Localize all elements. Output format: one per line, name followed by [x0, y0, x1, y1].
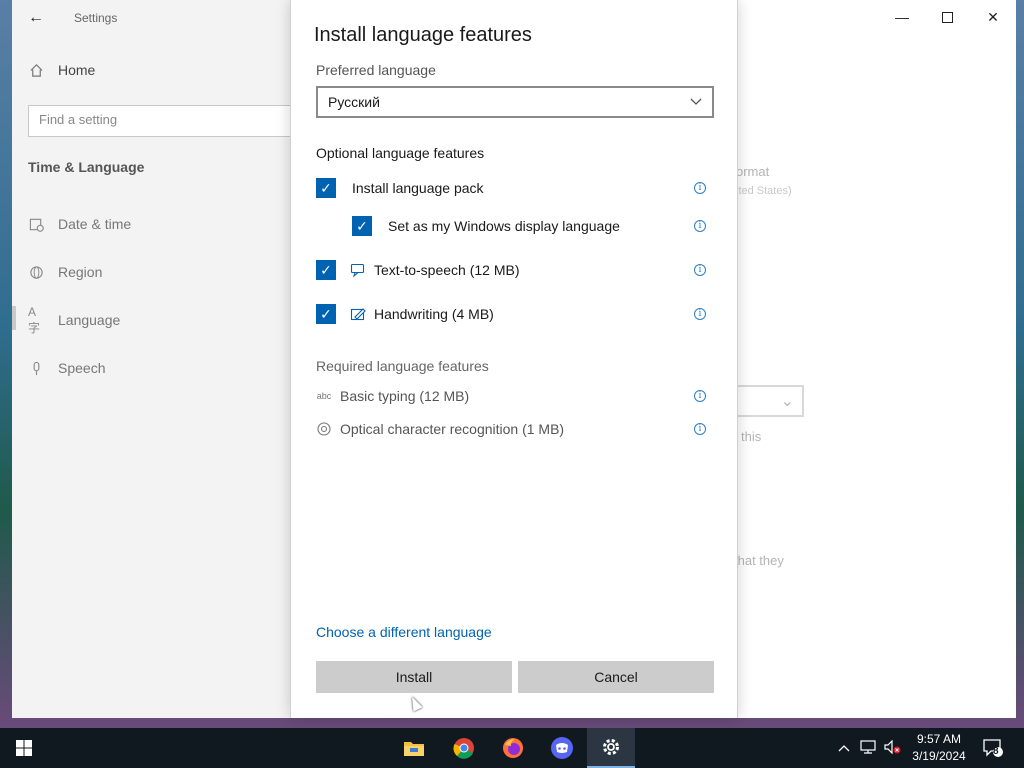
- install-language-pack-checkbox[interactable]: ✓: [316, 178, 336, 198]
- info-icon[interactable]: i: [694, 220, 706, 232]
- install-button[interactable]: Install: [316, 661, 512, 693]
- cancel-button[interactable]: Cancel: [518, 661, 714, 693]
- system-tray: [838, 728, 902, 768]
- abc-typing-icon: abc: [316, 391, 332, 401]
- required-ocr: Optical character recognition (1 MB) i: [316, 421, 714, 437]
- sidebar-home-label: Home: [58, 62, 96, 78]
- sidebar-item-language[interactable]: A字 Language: [28, 304, 121, 335]
- globe-icon: [28, 264, 44, 280]
- clock-date: 3/19/2024: [912, 749, 966, 763]
- text-to-speech-checkbox[interactable]: ✓: [316, 260, 336, 280]
- required-label: Basic typing (12 MB): [340, 388, 470, 404]
- close-icon[interactable]: ✕: [981, 6, 1005, 28]
- calendar-clock-icon: [28, 216, 44, 232]
- chevron-down-icon: [690, 94, 702, 110]
- discord-icon[interactable]: [538, 728, 586, 768]
- sidebar-item-date-time[interactable]: Date & time: [28, 216, 131, 232]
- chevron-up-icon[interactable]: [838, 741, 850, 755]
- option-label: Set as my Windows display language: [388, 218, 620, 234]
- start-button[interactable]: [0, 728, 48, 768]
- sidebar-item-label: Language: [58, 312, 121, 328]
- chrome-icon[interactable]: [440, 728, 488, 768]
- option-display-language: ✓ Set as my Windows display language i: [352, 216, 714, 236]
- info-icon[interactable]: i: [694, 308, 706, 320]
- volume-muted-icon[interactable]: [884, 739, 902, 757]
- required-features-header: Required language features: [316, 358, 489, 374]
- selected-language-value: Русский: [328, 94, 380, 110]
- home-icon: [28, 62, 44, 78]
- clock-time: 9:57 AM: [916, 732, 962, 746]
- settings-sidebar: ← Settings Home Find a setting Time & La…: [12, 0, 296, 718]
- info-icon[interactable]: i: [694, 264, 706, 276]
- sidebar-item-label: Date & time: [58, 216, 132, 232]
- required-label: Optical character recognition (1 MB): [340, 421, 565, 437]
- ocr-icon: [316, 421, 332, 437]
- section-title: Time & Language: [28, 159, 145, 175]
- optional-features-header: Optional language features: [316, 145, 485, 161]
- app-title: Settings: [74, 11, 118, 25]
- dialog-title: Install language features: [314, 24, 532, 46]
- info-icon[interactable]: i: [694, 390, 706, 402]
- choose-different-language-link[interactable]: Choose a different language: [316, 624, 492, 640]
- background-text: ormat: [736, 164, 770, 179]
- language-icon: A字: [28, 304, 41, 335]
- search-input[interactable]: Find a setting: [28, 105, 296, 137]
- info-icon[interactable]: i: [694, 423, 706, 435]
- maximize-icon[interactable]: [935, 6, 959, 28]
- windows-logo-icon: [16, 740, 32, 756]
- taskbar-clock[interactable]: 9:57 AM 3/19/2024: [904, 731, 974, 765]
- speech-icon: [350, 262, 366, 278]
- required-basic-typing: abc Basic typing (12 MB) i: [316, 388, 714, 404]
- background-text: this: [741, 429, 762, 444]
- preferred-language-select[interactable]: Русский: [316, 86, 714, 118]
- selected-indicator: [12, 306, 16, 330]
- option-label: Install language pack: [352, 180, 484, 196]
- display-language-checkbox[interactable]: ✓: [352, 216, 372, 236]
- file-explorer-icon[interactable]: [390, 728, 438, 768]
- background-text: that they: [734, 553, 784, 568]
- option-handwriting: ✓ Handwriting (4 MB) i: [316, 304, 714, 324]
- background-dropdown: ⌄: [736, 385, 804, 417]
- install-language-dialog: Install language features Preferred lang…: [290, 0, 738, 718]
- network-icon[interactable]: [860, 739, 876, 757]
- background-text: ited States): [736, 185, 792, 197]
- option-text-to-speech: ✓ Text-to-speech (12 MB) i: [316, 260, 714, 280]
- notification-center-icon[interactable]: 8: [982, 728, 1006, 768]
- firefox-icon[interactable]: [489, 728, 537, 768]
- back-arrow-icon[interactable]: ←: [26, 8, 46, 28]
- sidebar-item-region[interactable]: Region: [28, 264, 102, 280]
- chevron-down-icon: ⌄: [780, 393, 794, 410]
- option-label: Handwriting (4 MB): [374, 306, 494, 322]
- settings-gear-icon[interactable]: [587, 728, 635, 768]
- sidebar-item-label: Speech: [58, 360, 106, 376]
- notification-count: 8: [993, 746, 999, 757]
- sidebar-item-label: Region: [58, 264, 103, 280]
- option-label: Text-to-speech (12 MB): [374, 262, 520, 278]
- info-icon[interactable]: i: [694, 182, 706, 194]
- preferred-language-label: Preferred language: [316, 62, 436, 78]
- taskbar: 9:57 AM 3/19/2024 8: [0, 728, 1024, 768]
- handwriting-checkbox[interactable]: ✓: [316, 304, 336, 324]
- option-install-language-pack: ✓ Install language pack i: [316, 178, 714, 198]
- minimize-icon[interactable]: —: [890, 6, 914, 28]
- microphone-icon: [28, 360, 44, 376]
- sidebar-home[interactable]: Home: [28, 62, 95, 78]
- sidebar-item-speech[interactable]: Speech: [28, 360, 105, 376]
- pen-icon: [350, 306, 366, 322]
